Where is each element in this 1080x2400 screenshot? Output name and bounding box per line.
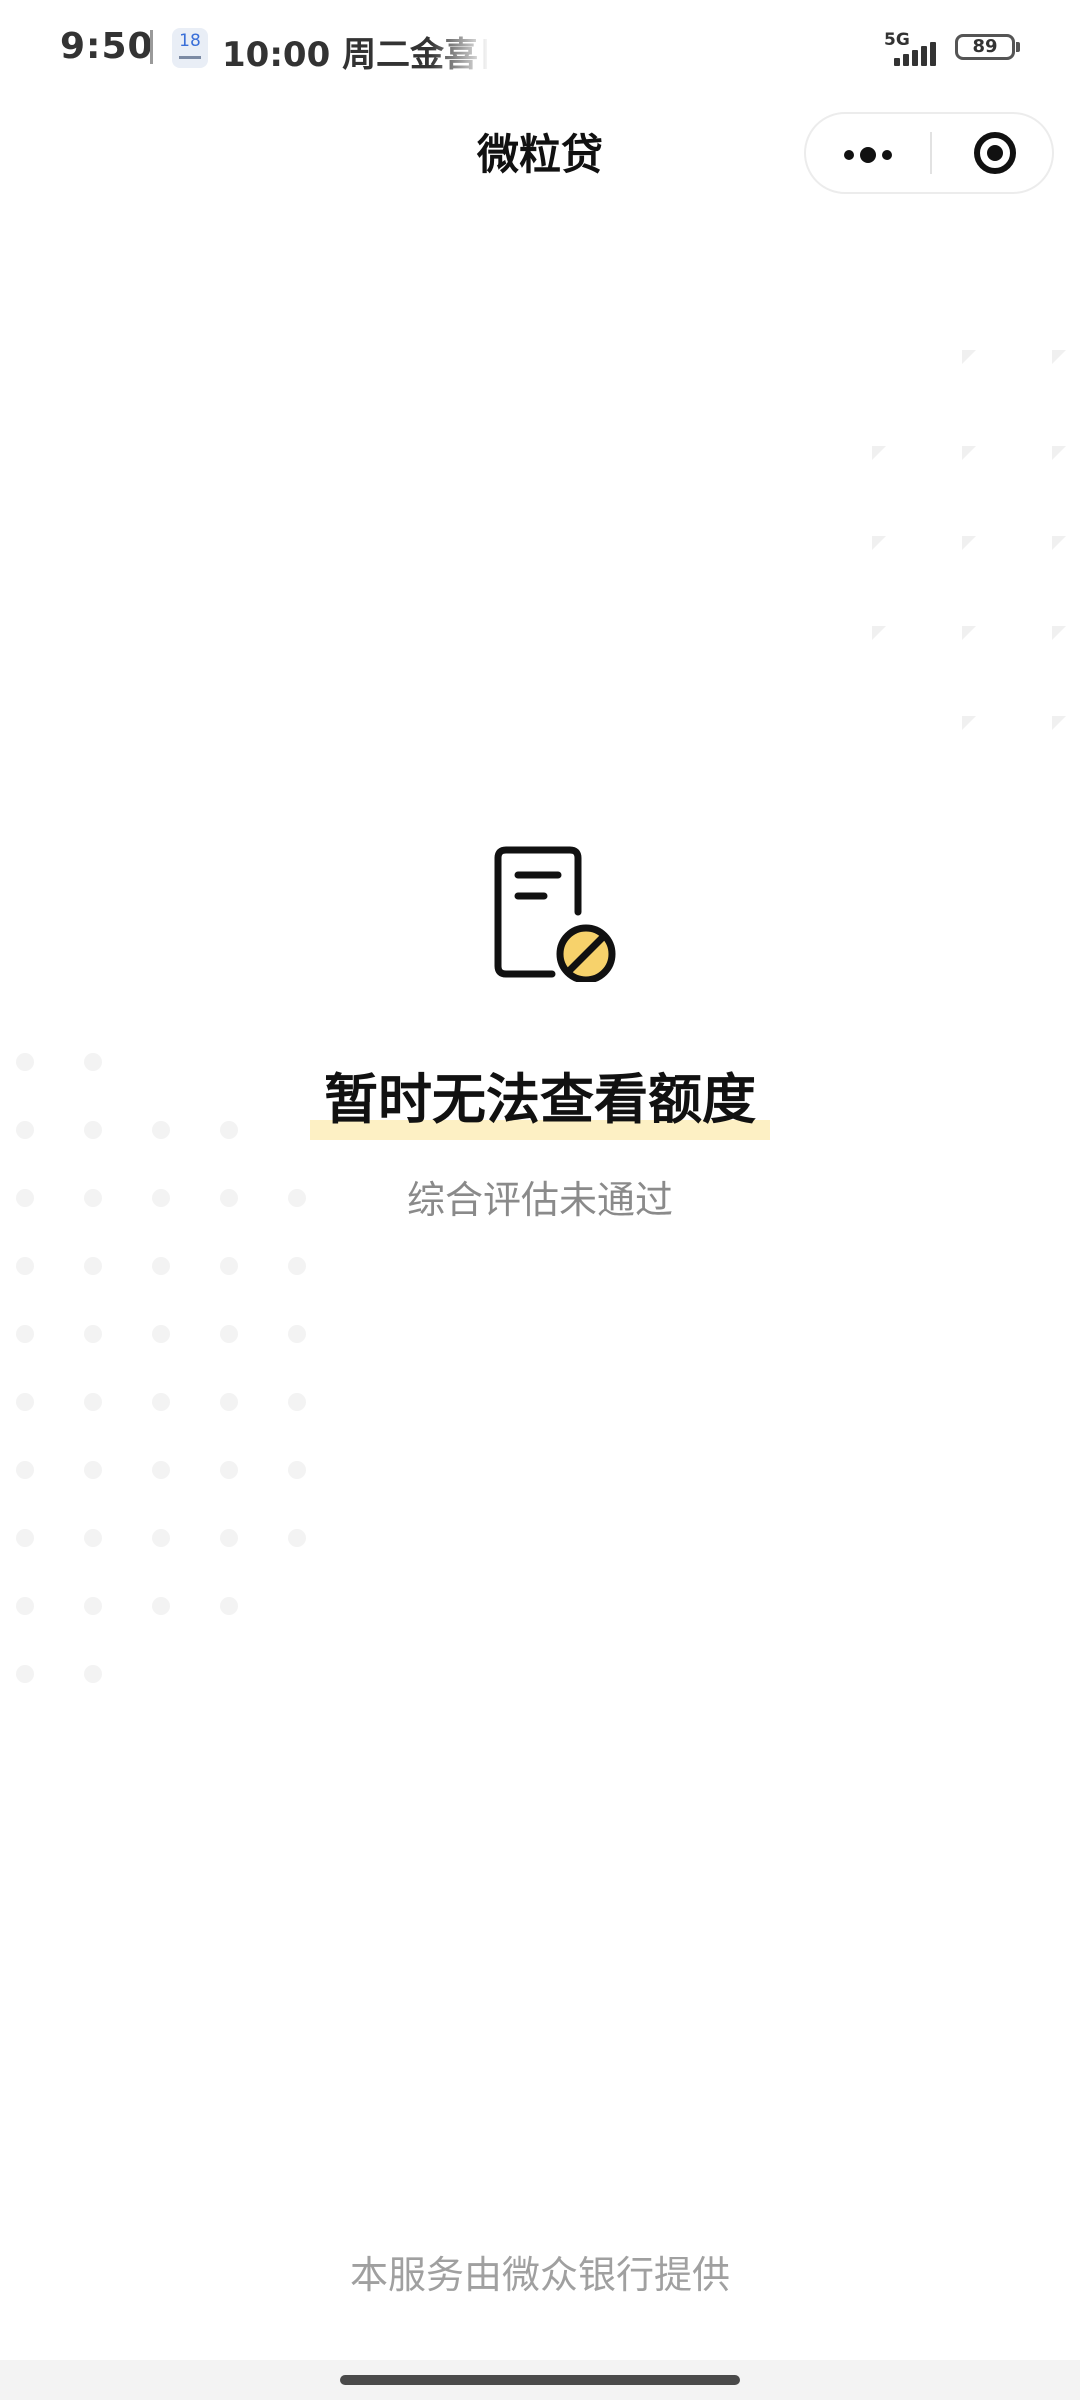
battery-level: 89 [972, 36, 998, 57]
signal-icon: 5G [880, 30, 942, 66]
calendar-icon: 18 [172, 28, 208, 68]
network-label: 5G [884, 30, 910, 50]
status-bar: 9:50 18 10:00 周二金喜日 5G 89 [0, 0, 1080, 100]
battery-icon: 89 [955, 34, 1015, 60]
mini-program-capsule [804, 112, 1054, 194]
target-close-icon[interactable] [932, 114, 1054, 192]
screen: 9:50 18 10:00 周二金喜日 5G 89 微粒贷 暂时无法查看额度 综… [0, 0, 1080, 2400]
triangle-pattern-decoration [872, 350, 1066, 730]
main-title-text: 暂时无法查看额度 [324, 1068, 756, 1131]
main-title-wrap: 暂时无法查看额度 [0, 1060, 1080, 1140]
gesture-area [0, 2360, 1080, 2400]
document-blocked-icon [494, 846, 616, 982]
status-separator [150, 30, 153, 64]
main-title: 暂时无法查看额度 [310, 1060, 770, 1140]
home-gesture-bar[interactable] [340, 2375, 740, 2385]
sub-title: 综合评估未通过 [406, 1178, 673, 1222]
more-dots-icon[interactable] [806, 114, 930, 192]
calendar-line [179, 56, 201, 59]
notification-fade [430, 20, 490, 80]
calendar-day: 18 [179, 31, 201, 51]
status-time: 9:50 [60, 26, 154, 67]
footer-provider-text: 本服务由微众银行提供 [349, 2253, 730, 2297]
battery-cap [1016, 42, 1020, 52]
